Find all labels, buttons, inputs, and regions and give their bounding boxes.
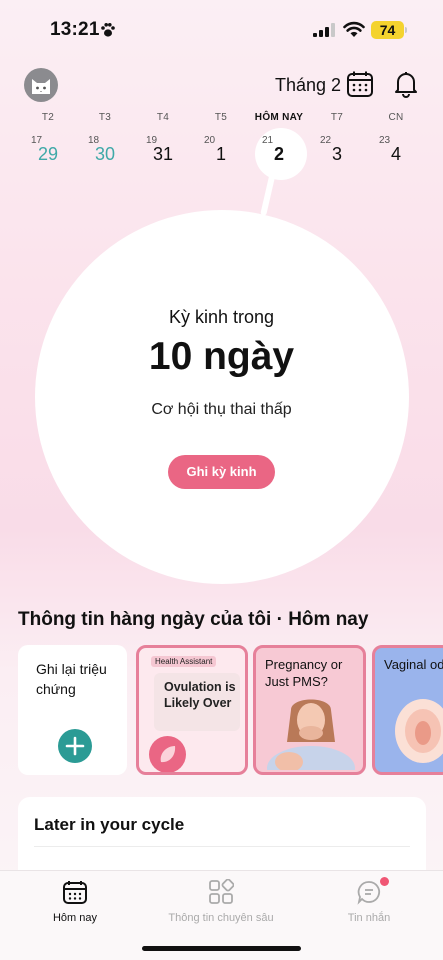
- daily-insights-title: Thông tin hàng ngày của tôi · Hôm nay: [18, 609, 369, 630]
- flower-illustration: [395, 699, 443, 763]
- health-assistant-badge: Health Assistant: [151, 656, 217, 667]
- cycle-day: 1: [215, 144, 226, 164]
- day-tuesday[interactable]: T3 18 30: [75, 110, 135, 170]
- cat-avatar-icon: [32, 79, 50, 94]
- cycle-day: 31: [152, 144, 174, 164]
- avatar[interactable]: [24, 68, 58, 102]
- paw-icon: [101, 23, 115, 37]
- log-symptoms-card[interactable]: Ghi lại triệu chứng: [18, 645, 127, 775]
- ovulation-story-card[interactable]: Health Assistant Ovulation is Likely Ove…: [136, 645, 248, 775]
- ovulation-box: Ovulation is Likely Over: [154, 673, 240, 731]
- vaginal-guide-title: Vaginal od guide: [384, 657, 443, 672]
- calendar-tab-icon: [63, 881, 87, 904]
- week-strip: T2 17 29 T3 18 30 T4 19 31 T5 20 1 HÔM N…: [0, 110, 443, 170]
- battery-tip: [405, 27, 407, 33]
- day-wednesday[interactable]: T4 19 31: [133, 110, 193, 170]
- plus-icon: [65, 736, 85, 756]
- period-label: Kỳ kinh trong: [168, 307, 275, 327]
- tab-today[interactable]: Hôm nay: [40, 879, 110, 924]
- divider: [34, 846, 410, 847]
- woman-illustration: [267, 699, 355, 770]
- cycle-day: 30: [94, 144, 116, 164]
- tab-messages[interactable]: Tin nhắn: [334, 879, 404, 924]
- day-name: T3: [98, 112, 112, 123]
- day-name: CN: [388, 112, 404, 123]
- status-time: 13:21: [50, 19, 100, 40]
- battery-indicator: 74: [371, 21, 404, 39]
- day-sunday[interactable]: CN 23 4: [366, 110, 426, 170]
- day-thursday[interactable]: T5 20 1: [191, 110, 251, 170]
- today-pointer: [260, 171, 276, 217]
- day-name-today: HÔM NAY: [254, 112, 304, 123]
- cycle-day: 29: [37, 144, 59, 164]
- cycle-day-today: 2: [273, 144, 284, 164]
- vaginal-guide-card[interactable]: Vaginal od guide: [372, 645, 443, 775]
- calendar-icon[interactable]: [346, 70, 374, 98]
- period-countdown: 10 ngày: [148, 335, 295, 378]
- notification-dot: [380, 877, 389, 886]
- day-monday[interactable]: T2 17 29: [18, 110, 78, 170]
- day-saturday[interactable]: T7 22 3: [307, 110, 367, 170]
- tab-messages-label: Tin nhắn: [347, 912, 391, 924]
- day-name: T4: [156, 112, 170, 123]
- cycle-day: 4: [390, 144, 401, 164]
- drop-icon: [160, 746, 176, 763]
- day-name: T7: [330, 112, 344, 123]
- chat-icon: [357, 881, 381, 905]
- fertility-status: Cơ hội thụ thai thấp: [151, 401, 292, 418]
- cycle-day: 3: [331, 144, 342, 164]
- month-label[interactable]: Tháng 2: [275, 75, 341, 96]
- ovulation-title: Ovulation is Likely Over: [164, 680, 236, 710]
- daily-cards: Ghi lại triệu chứng Health Assistant Ovu…: [0, 645, 443, 777]
- day-name: T5: [214, 112, 228, 123]
- tab-insights[interactable]: Thông tin chuyên sâu: [156, 878, 286, 924]
- tab-today-label: Hôm nay: [52, 912, 98, 924]
- drop-avatar: [149, 736, 186, 772]
- day-name: T2: [41, 112, 55, 123]
- add-symptom-button[interactable]: [58, 729, 92, 763]
- home-indicator: [142, 946, 301, 951]
- grid-icon: [209, 878, 235, 904]
- later-in-cycle-title: Later in your cycle: [34, 815, 185, 834]
- cycle-circle: [35, 210, 409, 584]
- status-bar: 13:21 74: [0, 0, 443, 60]
- pms-title: Pregnancy or Just PMS?: [265, 657, 343, 689]
- cellular-signal-icon: [313, 23, 335, 37]
- pms-story-card[interactable]: Pregnancy or Just PMS?: [253, 645, 366, 775]
- wifi-icon: [343, 21, 365, 37]
- log-symptoms-label: Ghi lại triệu chứng: [36, 661, 107, 697]
- log-period-button[interactable]: Ghi kỳ kinh: [168, 455, 275, 489]
- tab-insights-label: Thông tin chuyên sâu: [168, 912, 274, 924]
- day-today[interactable]: HÔM NAY 21 2: [249, 110, 309, 170]
- bell-icon[interactable]: [394, 70, 418, 98]
- later-in-cycle-card[interactable]: Later in your cycle: [18, 797, 426, 877]
